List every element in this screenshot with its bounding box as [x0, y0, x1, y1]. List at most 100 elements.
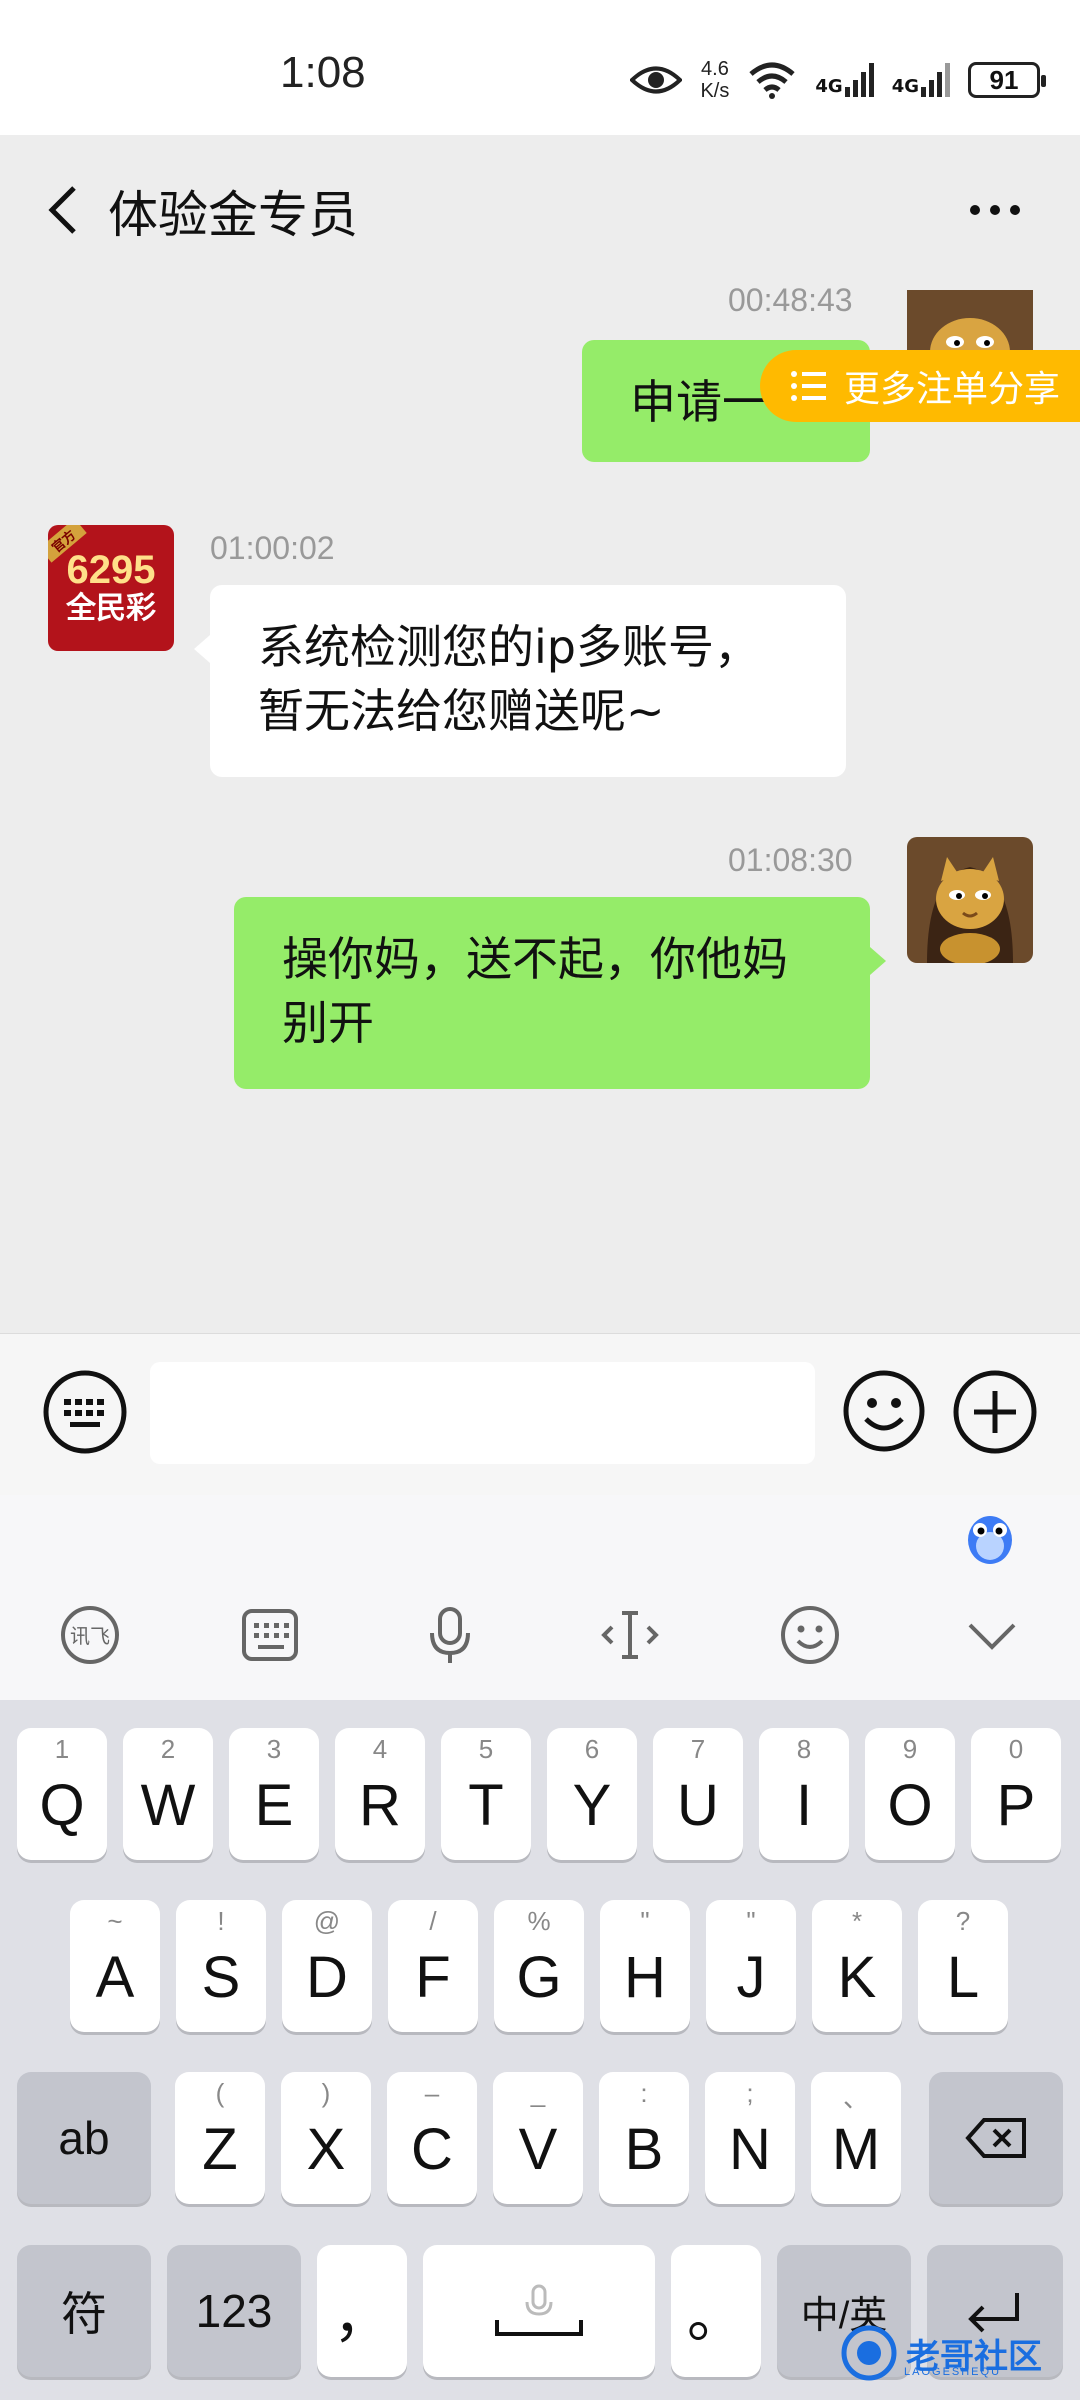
back-icon[interactable]	[40, 180, 90, 240]
key-hint: –	[424, 2078, 440, 2108]
key-z[interactable]: (Z	[175, 2072, 265, 2204]
message-text-line: 系统检测您的ip多账号，	[258, 620, 760, 674]
key-p[interactable]: 0P	[971, 1728, 1061, 1860]
key-w[interactable]: 2W	[123, 1728, 213, 1860]
key-m[interactable]: 、 M	[811, 2072, 901, 2204]
key-shift[interactable]: ab	[17, 2072, 151, 2204]
key-v[interactable]: _ V	[493, 2072, 583, 2204]
mascot-icon[interactable]	[962, 1510, 1018, 1566]
mic-icon[interactable]	[418, 1603, 482, 1667]
keyboard: ab 符 123 ， 。 中/英 1 Q 2 W 3 E 4 R 5 T 6 Y 7 U 8 I 9 O 0 P ~ A!…	[0, 1700, 1080, 2400]
key-c[interactable]: – C	[387, 2072, 477, 2204]
key-n[interactable]: ; N	[705, 2072, 795, 2204]
key-e[interactable]: 3E	[229, 1728, 319, 1860]
key-hint: "	[746, 1906, 756, 1936]
contact-avatar[interactable]: 官方 6295 全民彩	[48, 525, 174, 651]
message-text: 申请一	[630, 375, 768, 429]
key-hint: _	[530, 2078, 546, 2108]
key-g[interactable]: % G	[494, 1900, 584, 2032]
key-symbols[interactable]: 符	[17, 2245, 151, 2377]
key-label: Z	[202, 2116, 238, 2182]
key-l[interactable]: ? L	[918, 1900, 1008, 2032]
plus-icon[interactable]	[952, 1369, 1038, 1455]
more-icon[interactable]	[970, 190, 1030, 230]
keyboard-icon[interactable]	[42, 1369, 128, 1455]
logo-number: 6295	[66, 548, 156, 592]
key-hint: 3	[266, 1734, 282, 1764]
key-j[interactable]: " J	[706, 1900, 796, 2032]
key-b[interactable]: :B	[599, 2072, 689, 2204]
status-time: 1:08	[280, 48, 366, 97]
key-x[interactable]: ) X	[281, 2072, 371, 2204]
net-speed-value: 4.6	[701, 58, 729, 80]
key-numbers[interactable]: 123	[167, 2245, 301, 2377]
key-comma-label: ，	[332, 2284, 391, 2349]
message-bubble-theirs[interactable]: 系统检测您的ip多账号， 暂无法给您赠送呢~	[194, 585, 846, 777]
signal-1-label: 4G	[815, 76, 843, 97]
key-d[interactable]: @ D	[282, 1900, 372, 2032]
emoji-icon[interactable]	[842, 1369, 926, 1453]
message-time: 00:48:43	[728, 282, 853, 318]
message-text-line: 操你妈，送不起，你他妈	[282, 932, 788, 986]
key-q[interactable]: 1Q	[17, 1728, 107, 1860]
key-label: N	[729, 2116, 771, 2182]
key-hint: *	[851, 1906, 863, 1936]
key-hint: "	[640, 1906, 650, 1936]
cursor-icon[interactable]	[598, 1603, 662, 1667]
key-backspace[interactable]	[929, 2072, 1063, 2204]
key-h[interactable]: " H	[600, 1900, 690, 2032]
chat-header: 体验金专员	[0, 135, 1080, 285]
key-period[interactable]: 。	[671, 2245, 761, 2377]
key-label: V	[518, 2116, 558, 2182]
key-symbols-label: 符	[61, 2288, 107, 2340]
eye-icon	[630, 66, 683, 94]
collapse-icon[interactable]	[960, 1603, 1024, 1667]
key-f[interactable]: / F	[388, 1900, 478, 2032]
key-label: L	[946, 1944, 980, 2010]
key-r[interactable]: 4R	[335, 1728, 425, 1860]
chat-title: 体验金专员	[108, 186, 358, 244]
key-hint: )	[321, 2078, 331, 2108]
key-hint: 2	[160, 1734, 176, 1764]
backspace-icon	[965, 2118, 1026, 2158]
key-label: M	[831, 2116, 881, 2182]
key-s[interactable]: ! S	[176, 1900, 266, 2032]
svg-text:讯飞: 讯飞	[70, 1624, 110, 1648]
smiley-icon[interactable]	[778, 1603, 842, 1667]
key-label: C	[411, 2116, 453, 2182]
key-label: X	[306, 2116, 346, 2182]
key-comma[interactable]: ，	[317, 2245, 407, 2377]
key-label: U	[677, 1772, 719, 1838]
message-bubble-mine[interactable]: 操你妈，送不起，你他妈 别开	[234, 897, 886, 1089]
key-k[interactable]: * K	[812, 1900, 902, 2032]
signal-2-label: 4G	[891, 76, 919, 97]
input-bar	[0, 1333, 1080, 1495]
key-t[interactable]: 5T	[441, 1728, 531, 1860]
my-avatar[interactable]	[907, 837, 1033, 963]
message-text-line: 暂无法给您赠送呢~	[258, 684, 665, 738]
status-icons: 4.6 K/s 4G 4G 91	[630, 50, 1046, 110]
key-label: B	[624, 2116, 664, 2182]
key-hint: 5	[478, 1734, 494, 1764]
key-y[interactable]: 6Y	[547, 1728, 637, 1860]
more-bets-share-button[interactable]: 更多注单分享	[760, 350, 1080, 422]
key-u[interactable]: 7U	[653, 1728, 743, 1860]
key-a[interactable]: ~ A	[70, 1900, 160, 2032]
key-o[interactable]: 9O	[865, 1728, 955, 1860]
key-label: O	[887, 1772, 933, 1838]
message-input[interactable]	[150, 1362, 815, 1464]
wifi-icon	[749, 62, 796, 99]
battery-indicator: 91	[968, 62, 1046, 98]
message-text-line: 别开	[282, 996, 374, 1050]
key-space[interactable]	[423, 2245, 655, 2377]
logo-name: 全民彩	[66, 591, 156, 626]
signal-1: 4G	[815, 63, 874, 97]
key-hint: !	[217, 1906, 225, 1936]
key-hint: 4	[372, 1734, 388, 1764]
xunfei-icon[interactable]: 讯飞	[58, 1603, 122, 1667]
key-label: W	[140, 1772, 196, 1838]
keyboard-layout-icon[interactable]	[238, 1603, 302, 1667]
key-label: K	[837, 1944, 877, 2010]
key-i[interactable]: 8I	[759, 1728, 849, 1860]
key-hint: 7	[690, 1734, 706, 1764]
